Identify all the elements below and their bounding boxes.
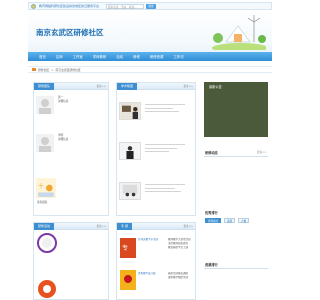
home-icon <box>32 68 36 71</box>
notice-panel: 最新公告 <box>204 82 268 137</box>
nav-item-activity[interactable]: 活动 <box>111 54 128 59</box>
list-item[interactable]: 黄一 详细信息 <box>36 96 68 114</box>
resources-heading: 资源排行 <box>205 263 218 267</box>
team-image: 十 <box>36 178 56 198</box>
ranking-tab-points[interactable]: 老师积分 <box>205 218 222 223</box>
nav-item-workshop[interactable]: 工作坊 <box>168 54 188 59</box>
nav-item-study[interactable]: 研修 <box>128 54 145 59</box>
page: 教育网络科研化区建设综合地区的云服务平台 搜索名班、活动、资源… 搜索 南京玄武… <box>0 0 300 300</box>
list-item[interactable]: 李明 详细信息 <box>36 134 68 152</box>
special-more-link[interactable]: 更多>> <box>183 224 193 228</box>
notice-title: 最新公告 <box>209 85 222 89</box>
classroom-photo[interactable] <box>119 182 141 200</box>
site-title: 南京玄武区研修社区 <box>36 28 104 37</box>
classroom-text <box>145 144 185 155</box>
classroom-more-link[interactable]: 更多>> <box>183 84 193 88</box>
expert-detail[interactable]: 详细信息 <box>58 100 68 104</box>
classroom-text <box>145 104 185 115</box>
classroom-text <box>145 184 185 195</box>
logo-icon <box>31 3 36 9</box>
nav-item-resources[interactable]: 研修资源 <box>145 54 169 59</box>
search-input[interactable]: 搜索名班、活动、资源… <box>106 4 144 9</box>
tab-classroom[interactable]: 学术联盟 <box>117 82 138 90</box>
svg-text:专: 专 <box>122 244 128 252</box>
tab-activity[interactable]: 研修活动 <box>34 222 55 230</box>
expert-detail[interactable]: 详细信息 <box>58 138 68 142</box>
search-button[interactable]: 搜索 <box>146 4 156 9</box>
topic-image[interactable]: 专 <box>120 238 136 258</box>
ranking-heading: 优秀排行 <box>205 211 218 215</box>
tab-expert[interactable]: 研修团队 <box>34 82 55 90</box>
classroom-photo[interactable] <box>119 102 141 120</box>
tab-special[interactable]: 专 题 <box>117 222 132 230</box>
topic-image[interactable] <box>120 270 136 290</box>
nav-item-studio[interactable]: 工作室 <box>68 54 88 59</box>
list-item[interactable]: 十 <box>36 178 56 198</box>
breadcrumb-current: 南京玄武区研修社区 <box>55 67 81 72</box>
dynamics-more-link[interactable]: 更多>> <box>257 150 267 154</box>
topic-line[interactable]: 课堂教学观摩活动 <box>168 276 188 280</box>
expert-more-link[interactable]: 更多>> <box>96 84 106 88</box>
avatar <box>36 96 54 114</box>
ranking-tab-resources[interactable]: 资源 <box>224 218 236 223</box>
activity-graphic[interactable] <box>36 278 58 300</box>
team-label: 专家团队 <box>37 201 48 204</box>
banner-illustration <box>212 15 266 50</box>
activity-graphic[interactable] <box>36 232 58 254</box>
avatar <box>36 134 54 152</box>
topic-line[interactable]: 教育研修平台上线 <box>168 246 188 250</box>
topic-title[interactable]: 名师送教下乡活动 <box>138 238 158 242</box>
svg-text:十: 十 <box>38 182 44 190</box>
nav-item-teachers[interactable]: 名师 <box>51 54 68 59</box>
main-nav: 首页 名师 工作室 学科教研 活动 研修 研修资源 工作坊 <box>28 52 272 61</box>
classroom-photo[interactable] <box>119 142 141 160</box>
breadcrumb-root[interactable]: 研修社区 <box>38 68 49 72</box>
banner: 南京玄武区研修社区 <box>28 10 272 52</box>
topic-title[interactable]: 优秀教学设计展 <box>138 272 156 276</box>
nav-item-home[interactable]: 首页 <box>34 54 51 59</box>
dynamics-heading: 研修动态 <box>205 151 218 155</box>
platform-title: 教育网络科研化区建设综合地区的云服务平台 <box>39 4 100 8</box>
breadcrumb: 研修社区 > 南京玄武区研修社区 <box>28 66 272 73</box>
activity-more-link[interactable]: 更多>> <box>96 224 106 228</box>
nav-item-subject[interactable]: 学科教研 <box>88 54 112 59</box>
ranking-tab-people[interactable]: 人数 <box>238 218 250 223</box>
